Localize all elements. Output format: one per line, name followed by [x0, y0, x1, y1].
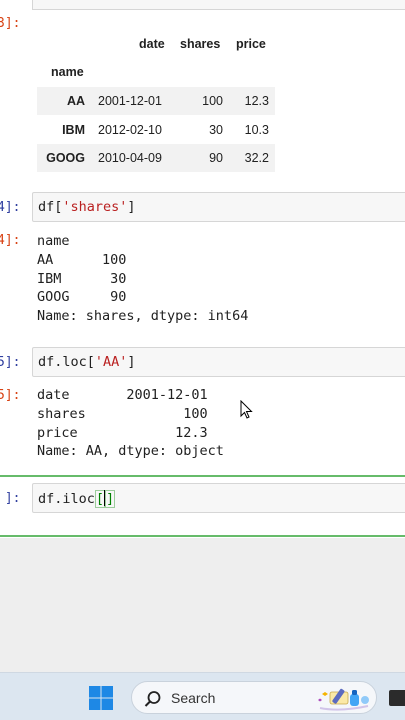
code-text: df.iloc [38, 491, 95, 507]
mouse-pointer-icon [240, 400, 253, 419]
cell-date: 2010-04-09 [98, 151, 162, 165]
empty-notebook-space [0, 538, 405, 672]
code-text-end: ] [127, 354, 136, 370]
code-cell-active[interactable]: df.iloc[] [32, 483, 405, 513]
cell-shares: 100 [202, 94, 223, 108]
table-row: AA 2001-12-01 100 12.3 [37, 87, 275, 115]
column-header-shares: shares [180, 37, 221, 51]
output-line: AA 100 [37, 251, 127, 268]
cell-date: 2012-02-10 [98, 123, 162, 137]
code-string: 'AA' [94, 354, 128, 370]
out-prompt-4: 4]: [0, 233, 21, 248]
column-header-date: date [139, 37, 165, 51]
code-text: df.loc[ [38, 354, 95, 370]
in-prompt-active: ]: [4, 491, 21, 506]
code-text-end: ] [127, 199, 136, 215]
column-header-price: price [236, 37, 266, 51]
output-line: IBM 30 [37, 270, 127, 287]
taskbar-app-icon[interactable] [389, 690, 405, 706]
output-line: Name: AA, dtype: object [37, 443, 224, 460]
out-prompt-3: 3]: [0, 16, 21, 31]
code-cell-4[interactable]: df['shares'] [32, 192, 405, 222]
output-line: date 2001-12-01 [37, 387, 208, 403]
row-index: AA [66, 94, 85, 108]
table-row: GOOG 2010-04-09 90 32.2 [37, 144, 275, 172]
search-icon [144, 691, 161, 707]
output-line: price 12.3 [37, 424, 208, 441]
notebook-area: 3]: date shares price name AA 2001-12-01… [0, 0, 405, 538]
code-text: df[ [38, 199, 63, 215]
output-line: Name: shares, dtype: int64 [37, 308, 249, 325]
cell-date: 2001-12-01 [98, 94, 162, 108]
cell-shares: 90 [209, 151, 223, 165]
output-5: date 2001-12-01 shares 100 price 12.3 Name:… [37, 386, 224, 461]
out-prompt-5: 5]: [0, 388, 21, 403]
taskbar-search-box[interactable]: Search [131, 681, 377, 714]
search-label: Search [171, 690, 216, 706]
output-4: name AA 100 IBM 30 GOOG 90 Name: shares, dty… [37, 232, 248, 326]
output-line: name [37, 233, 70, 249]
windows-start-icon[interactable] [88, 685, 114, 711]
cell-price: 32.2 [244, 151, 269, 165]
search-highlight-art [318, 688, 369, 711]
in-prompt-4: 4]: [0, 200, 21, 215]
row-index: IBM [62, 123, 85, 137]
cell-shares: 30 [209, 123, 223, 137]
index-name-header: name [51, 65, 84, 79]
taskbar: Search [0, 672, 405, 720]
previous-code-cell[interactable] [32, 0, 405, 10]
row-index: GOOG [46, 151, 85, 165]
cell-price: 12.3 [244, 94, 269, 108]
table-row: IBM 2012-02-10 30 10.3 [37, 116, 275, 144]
in-prompt-5: 5]: [0, 355, 21, 370]
output-line: shares 100 [37, 405, 208, 422]
output-line: GOOG 90 [37, 289, 127, 306]
bracket-close: ] [105, 490, 116, 508]
cell-price: 10.3 [244, 123, 269, 137]
code-string: 'shares' [62, 199, 128, 215]
code-cell-5[interactable]: df.loc['AA'] [32, 347, 405, 377]
